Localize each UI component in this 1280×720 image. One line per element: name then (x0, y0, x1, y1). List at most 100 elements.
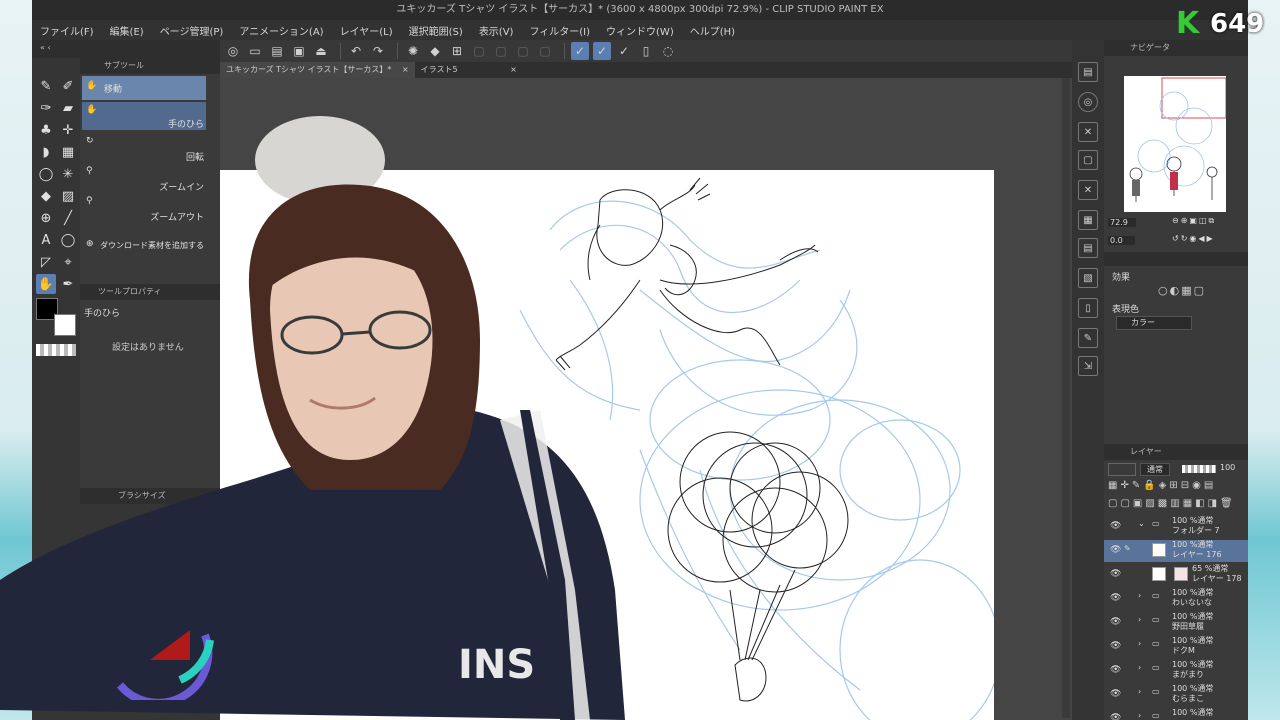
expression-color-select[interactable]: カラー (1116, 316, 1192, 330)
chevron-right-icon[interactable]: › (1138, 591, 1141, 600)
layer-property-icon[interactable]: ▤ (1078, 238, 1098, 258)
layer-info: 100 %通常 わいないな (1172, 588, 1213, 608)
fill-icon[interactable]: ◆ (426, 42, 444, 60)
menu-view[interactable]: 表示(V) (479, 23, 514, 38)
opacity-value[interactable]: 100 (1220, 463, 1235, 472)
share-icon[interactable]: ◌ (659, 42, 677, 60)
tab-circus-illustration[interactable]: ユキッカーズ Tシャツ イラスト【サーカス】* × (220, 62, 415, 78)
zoom-controls[interactable]: ⊖⊕▣◫⧉ (1172, 216, 1216, 226)
subtool-header: サブツール (80, 58, 220, 74)
material-folder-icon[interactable]: ▢ (1078, 150, 1098, 170)
navigator-header: ナビゲータ (1104, 40, 1248, 56)
chevron-right-icon[interactable]: › (1138, 663, 1141, 672)
material-icon[interactable]: ✕ (1078, 180, 1098, 200)
expression-color-value: カラー (1131, 318, 1155, 327)
layer-opacity-mode: 65 %通常 (1192, 564, 1229, 573)
eye-icon[interactable]: 👁 (1110, 665, 1121, 675)
layer-actions[interactable]: ▢▢▣▨▩▥▦◧◨🗑 (1108, 498, 1236, 509)
streamer-silhouette: INS (0, 116, 625, 720)
menu-window[interactable]: ウィンドウ(W) (606, 23, 674, 38)
layer-row[interactable]: 👁 › ▭ 100 %通常 まがまり (1104, 660, 1248, 682)
folder-icon: ▭ (1152, 711, 1160, 720)
layer-row[interactable]: 👁 › ▭ 100 %通常 わいないな (1104, 588, 1248, 610)
image-material-icon[interactable]: ▧ (1078, 268, 1098, 288)
undo-icon[interactable]: ↶ (347, 42, 365, 60)
loading-icon[interactable]: ✺ (404, 42, 422, 60)
layer-toolbar[interactable]: ▦✛✎🔒◈⊞⊟◉▤ (1108, 480, 1216, 491)
chevron-right-icon[interactable]: › (1138, 639, 1141, 648)
search-icon[interactable]: ◎ (1078, 92, 1098, 112)
expression-color-label: 表現色 (1112, 305, 1140, 315)
blend-mode-select[interactable]: 通常 (1140, 463, 1170, 476)
rotation-value[interactable]: 0.0 (1108, 236, 1135, 245)
redo-icon[interactable]: ↷ (369, 42, 387, 60)
menu-file[interactable]: ファイル(F) (40, 23, 94, 38)
open-folder-icon[interactable]: ▤ (268, 42, 286, 60)
document-icon[interactable]: ▯ (1078, 298, 1098, 318)
eye-icon[interactable]: 👁 (1110, 617, 1121, 627)
chevron-right-icon[interactable]: › (1138, 615, 1141, 624)
menu-help[interactable]: ヘルプ(H) (690, 23, 735, 38)
layer-row[interactable]: 👁 › ▭ 100 %通常 野田草履 (1104, 612, 1248, 634)
layer-row-selected[interactable]: 👁 ✎ 100 %通常 レイヤー 176 (1104, 540, 1248, 562)
eye-icon[interactable]: 👁 (1110, 521, 1121, 531)
subtool-move[interactable]: ✋ 移動 (82, 76, 206, 100)
new-file-icon[interactable]: ▭ (246, 42, 264, 60)
palette-icon[interactable]: ▤ (1078, 62, 1098, 82)
menu-filter[interactable]: フィルター(I) (529, 23, 590, 38)
layer-row[interactable]: 👁 65 %通常 レイヤー 178 (1104, 564, 1248, 586)
menu-page[interactable]: ページ管理(P) (160, 23, 224, 38)
zoom-value[interactable]: 72.9 (1108, 218, 1136, 227)
layer-row[interactable]: 👁 › ▭ 100 %通常 ドクM (1104, 636, 1248, 658)
layer-panel-header: レイヤー (1104, 444, 1248, 460)
navigator-title: ナビゲータ (1130, 43, 1170, 52)
eye-icon[interactable]: 👁 (1110, 545, 1121, 555)
chevron-right-icon[interactable]: › (1138, 711, 1141, 720)
layer-row[interactable]: 👁 › ▭ 100 %通常 むらまこ (1104, 684, 1248, 706)
layer-color-select[interactable] (1108, 463, 1136, 476)
export-icon[interactable]: ⇲ (1078, 356, 1098, 376)
webcam-overlay: INS (0, 110, 640, 720)
layer-name: まがまり (1172, 670, 1204, 679)
navigator-thumbnail[interactable] (1124, 76, 1227, 212)
pen-icon[interactable]: ✎ (36, 76, 56, 96)
grid-material-icon[interactable]: ▦ (1078, 210, 1098, 230)
material-icon[interactable]: ✕ (1078, 122, 1098, 142)
menu-layer[interactable]: レイヤー(L) (340, 23, 393, 38)
chevron-down-icon[interactable]: ⌄ (1138, 519, 1145, 528)
eye-icon[interactable]: 👁 (1110, 593, 1121, 603)
chevron-right-icon[interactable]: › (1138, 687, 1141, 696)
close-icon[interactable]: × (510, 65, 517, 74)
folder-icon: ▭ (1152, 591, 1160, 600)
tab-illust5[interactable]: イラスト5 × (415, 62, 523, 78)
layer-thumbnail (1152, 543, 1166, 557)
clip-studio-icon[interactable]: ◎ (224, 42, 242, 60)
window-title: ユキッカーズ Tシャツ イラスト【サーカス】* (3600 x 4800px 3… (32, 0, 1248, 20)
ruler-snap-icon[interactable]: ✓ (571, 42, 589, 60)
transform-icon[interactable]: ⊞ (448, 42, 466, 60)
eye-icon[interactable]: 👁 (1110, 689, 1121, 699)
rotation-controls[interactable]: ↺↻◉◀▶ (1172, 234, 1215, 243)
menu-animation[interactable]: アニメーション(A) (239, 23, 323, 38)
eye-icon[interactable]: 👁 (1110, 713, 1121, 720)
export-icon[interactable]: ⏏ (312, 42, 330, 60)
pencil-icon[interactable]: ✐ (58, 76, 78, 96)
special-ruler-snap-icon[interactable]: ✓ (593, 42, 611, 60)
menu-edit[interactable]: 編集(E) (110, 23, 144, 38)
smartphone-icon[interactable]: ▯ (637, 42, 655, 60)
disabled-icon: ▢ (517, 44, 529, 58)
edit-icon[interactable]: ✎ (1078, 328, 1098, 348)
layer-row[interactable]: 👁 › ▭ 100 %通常 (1104, 708, 1248, 720)
layer-info: 100 %通常 まがまり (1172, 660, 1213, 680)
eye-icon[interactable]: 👁 (1110, 641, 1121, 651)
effect-buttons[interactable]: ○◐▦▢ (1158, 284, 1206, 297)
grid-snap-icon[interactable]: ✓ (615, 42, 633, 60)
save-icon[interactable]: ▣ (290, 42, 308, 60)
layer-row[interactable]: 👁 ⌄ ▭ 100 %通常 フォルダー 7 (1104, 516, 1248, 538)
layer-opacity-mode: 100 %通常 (1172, 516, 1214, 525)
menu-selection[interactable]: 選択範囲(S) (409, 23, 463, 38)
vertical-scrollbar[interactable] (1062, 78, 1070, 718)
opacity-slider[interactable] (1182, 465, 1216, 473)
eye-icon[interactable]: 👁 (1110, 569, 1121, 579)
close-icon[interactable]: × (402, 65, 409, 74)
